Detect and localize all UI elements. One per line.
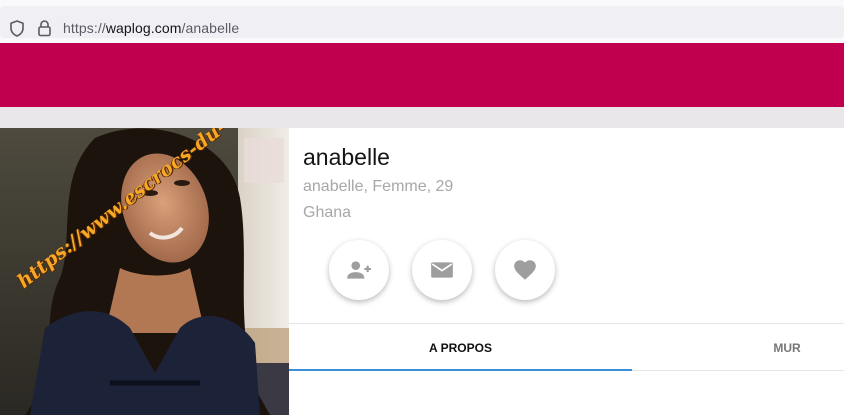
heart-icon bbox=[514, 260, 536, 280]
browser-toolbar: https://waplog.com/anabelle bbox=[0, 0, 844, 44]
tab-wall[interactable]: MUR bbox=[632, 324, 844, 371]
url-host: waplog.com bbox=[105, 20, 182, 36]
profile-name: anabelle bbox=[303, 144, 390, 170]
page-background bbox=[0, 107, 844, 128]
profile-photo[interactable]: https://www.escrocs-du-web.fr bbox=[0, 128, 289, 415]
profile-details: anabelle, Femme, 29 bbox=[303, 178, 454, 195]
profile-tabs: A PROPOS MUR bbox=[289, 323, 844, 371]
shield-icon[interactable] bbox=[9, 20, 25, 37]
tab-about[interactable]: A PROPOS bbox=[289, 324, 632, 371]
lock-icon[interactable] bbox=[37, 19, 52, 37]
url-scheme: https:// bbox=[63, 20, 106, 36]
url-text[interactable]: https://waplog.com/anabelle bbox=[63, 20, 239, 36]
site-header bbox=[0, 43, 844, 107]
favorite-button[interactable] bbox=[495, 240, 555, 300]
profile-card: https://www.escrocs-du-web.fr anabelle a… bbox=[0, 128, 844, 415]
active-tab-indicator bbox=[289, 369, 632, 371]
add-friend-button[interactable] bbox=[329, 240, 389, 300]
address-bar[interactable]: https://waplog.com/anabelle bbox=[0, 6, 844, 38]
url-path: /anabelle bbox=[181, 20, 240, 36]
add-friend-icon bbox=[347, 261, 371, 279]
profile-country: Ghana bbox=[303, 204, 352, 221]
message-icon bbox=[431, 262, 453, 278]
message-button[interactable] bbox=[412, 240, 472, 300]
